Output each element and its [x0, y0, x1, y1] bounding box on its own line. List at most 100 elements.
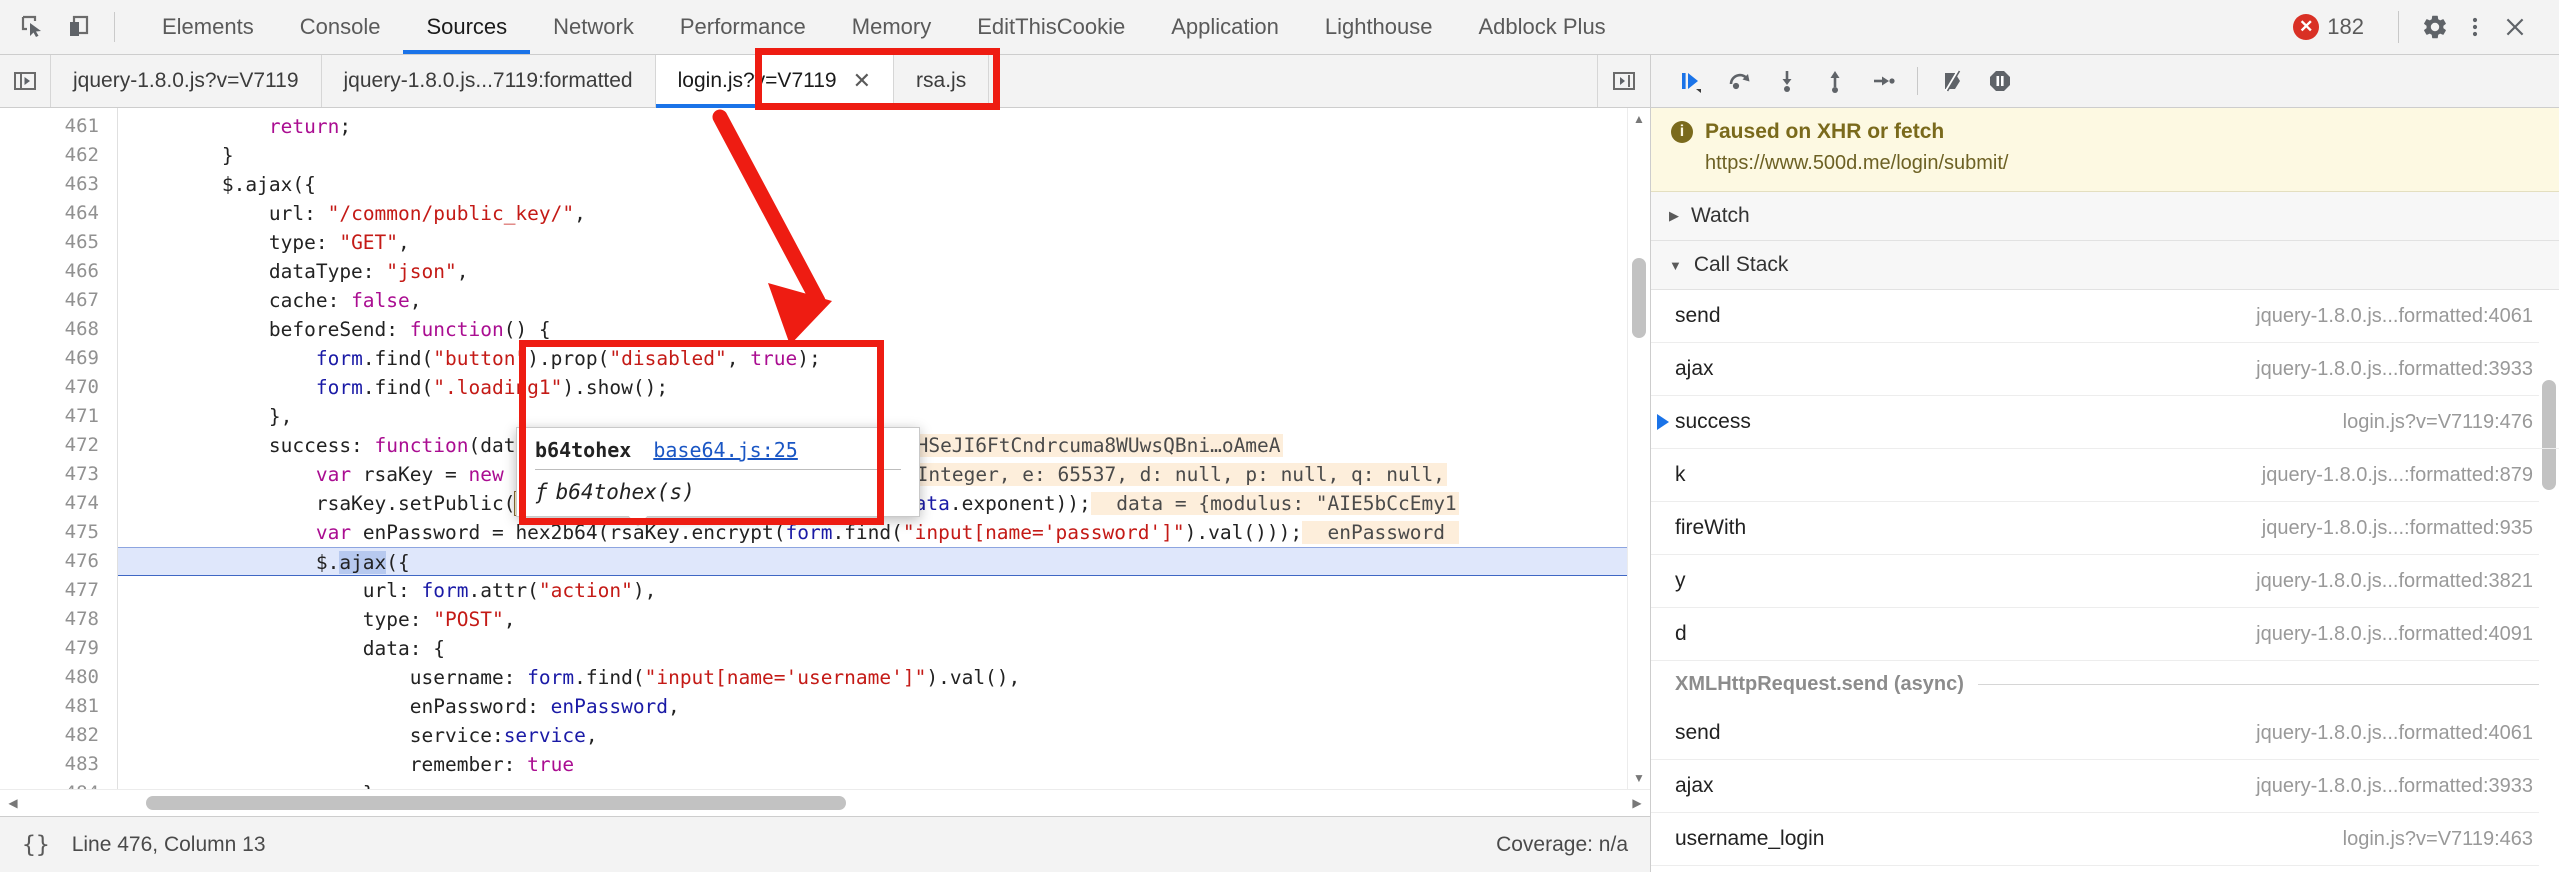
call-stack-source-location[interactable]: jquery-1.8.0.js...formatted:3821	[2256, 570, 2533, 593]
vertical-scroll-thumb[interactable]	[1632, 258, 1646, 338]
code-line[interactable]: $.ajax({	[118, 170, 1627, 199]
file-tab-jquery[interactable]: jquery-1.8.0.js?v=V7119	[51, 55, 322, 107]
gear-icon[interactable]	[2415, 7, 2455, 47]
code-line[interactable]: username: form.find("input[name='usernam…	[118, 663, 1627, 692]
line-number[interactable]: 471	[0, 402, 117, 431]
line-number[interactable]: 474	[0, 489, 117, 518]
line-number[interactable]: 482	[0, 721, 117, 750]
call-stack-row[interactable]: y jquery-1.8.0.js...formatted:3821	[1651, 555, 2559, 608]
call-stack-row[interactable]: send jquery-1.8.0.js...formatted:4061	[1651, 290, 2559, 343]
resume-icon[interactable]	[1667, 59, 1715, 103]
line-number[interactable]: 468	[0, 315, 117, 344]
line-number[interactable]: 484	[0, 779, 117, 789]
close-icon[interactable]	[2495, 7, 2535, 47]
line-number[interactable]: 466	[0, 257, 117, 286]
call-stack-source-location[interactable]: login.js?v=V7119:463	[2343, 828, 2533, 851]
close-icon[interactable]: ✕	[853, 70, 871, 92]
call-stack-list[interactable]: send jquery-1.8.0.js...formatted:4061 ajax…	[1651, 290, 2559, 872]
popover-source-link[interactable]: base64.js:25	[653, 438, 798, 462]
code-line[interactable]: enPassword: enPassword,	[118, 692, 1627, 721]
line-number[interactable]: 483	[0, 750, 117, 779]
code-line[interactable]: cache: false,	[118, 286, 1627, 315]
code-line[interactable]: dataType: "json",	[118, 257, 1627, 286]
tab-network[interactable]: Network	[530, 0, 657, 54]
line-number[interactable]: 470	[0, 373, 117, 402]
code-line[interactable]: return;	[118, 112, 1627, 141]
step-icon[interactable]	[1859, 59, 1907, 103]
call-stack-row-selected[interactable]: success login.js?v=V7119:476	[1651, 396, 2559, 449]
file-tab-login-js[interactable]: login.js?v=V7119 ✕	[655, 55, 895, 108]
line-number[interactable]: 465	[0, 228, 117, 257]
code-line[interactable]: url: "/common/public_key/",	[118, 199, 1627, 228]
line-number[interactable]: 478	[0, 605, 117, 634]
code-line[interactable]: type: "GET",	[118, 228, 1627, 257]
pause-on-exceptions-icon[interactable]	[1976, 59, 2024, 103]
call-stack-source-location[interactable]: login.js?v=V7119:476	[2343, 411, 2533, 434]
call-stack-row[interactable]: (anonymous)login.js?v=V7119:93	[1651, 866, 2559, 872]
call-stack-section-header[interactable]: ▼ Call Stack	[1651, 241, 2559, 290]
tab-editthiscookie[interactable]: EditThisCookie	[954, 0, 1148, 54]
tab-performance[interactable]: Performance	[657, 0, 829, 54]
tab-console[interactable]: Console	[277, 0, 404, 54]
line-number[interactable]: 479	[0, 634, 117, 663]
call-stack-source-location[interactable]: jquery-1.8.0.js...:formatted:879	[2262, 464, 2533, 487]
line-number[interactable]: 469	[0, 344, 117, 373]
line-number[interactable]: 476	[0, 547, 117, 576]
step-into-icon[interactable]	[1763, 59, 1811, 103]
call-stack-row[interactable]: d jquery-1.8.0.js...formatted:4091	[1651, 608, 2559, 661]
call-stack-source-location[interactable]: jquery-1.8.0.js...:formatted:935	[2262, 517, 2533, 540]
code-line[interactable]: },	[118, 779, 1627, 789]
tab-lighthouse[interactable]: Lighthouse	[1302, 0, 1456, 54]
horizontal-scroll-track[interactable]	[26, 790, 1624, 816]
scroll-left-icon[interactable]: ◀	[0, 796, 26, 810]
line-number[interactable]: 464	[0, 199, 117, 228]
line-number[interactable]: 472	[0, 431, 117, 460]
scroll-right-icon[interactable]: ▶	[1624, 796, 1650, 810]
step-out-icon[interactable]	[1811, 59, 1859, 103]
code-line[interactable]: url: form.attr("action"),	[118, 576, 1627, 605]
tab-memory[interactable]: Memory	[829, 0, 954, 54]
code-line-current-execution[interactable]: $.ajax({	[118, 547, 1627, 576]
code-line[interactable]: var enPassword = hex2b64(rsaKey.encrypt(…	[118, 518, 1627, 547]
code-line[interactable]: form.find(".loading1").show();	[118, 373, 1627, 402]
line-number[interactable]: 480	[0, 663, 117, 692]
line-number[interactable]: 463	[0, 170, 117, 199]
code-line[interactable]: service:service,	[118, 721, 1627, 750]
deactivate-breakpoints-icon[interactable]	[1928, 59, 1976, 103]
tab-elements[interactable]: Elements	[139, 0, 277, 54]
line-number[interactable]: 461	[0, 112, 117, 141]
code-line[interactable]: remember: true	[118, 750, 1627, 779]
editor-horizontal-scrollbar[interactable]: ◀ ▶	[0, 789, 1650, 816]
show-navigator-icon[interactable]	[0, 55, 51, 107]
sidebar-vertical-scrollbar[interactable]	[2539, 290, 2559, 872]
call-stack-row[interactable]: username_login login.js?v=V7119:463	[1651, 813, 2559, 866]
file-tab-jquery-formatted[interactable]: jquery-1.8.0.js...7119:formatted	[321, 55, 656, 107]
horizontal-scroll-thumb[interactable]	[146, 796, 846, 810]
line-number[interactable]: 473	[0, 460, 117, 489]
scroll-up-icon[interactable]: ▲	[1628, 108, 1650, 130]
editor-vertical-scrollbar[interactable]: ▲ ▼	[1627, 108, 1650, 789]
pretty-print-icon[interactable]: {}	[22, 832, 50, 858]
step-over-icon[interactable]	[1715, 59, 1763, 103]
line-number[interactable]: 477	[0, 576, 117, 605]
call-stack-row[interactable]: send jquery-1.8.0.js...formatted:4061	[1651, 707, 2559, 760]
call-stack-source-location[interactable]: jquery-1.8.0.js...formatted:3933	[2256, 775, 2533, 798]
file-tab-rsa-js[interactable]: rsa.js	[894, 55, 990, 107]
kebab-menu-icon[interactable]	[2455, 7, 2495, 47]
call-stack-row[interactable]: ajax jquery-1.8.0.js...formatted:3933	[1651, 760, 2559, 813]
error-count-badge[interactable]: ✕ 182	[2293, 14, 2364, 40]
line-number[interactable]: 481	[0, 692, 117, 721]
code-line[interactable]: data: {	[118, 634, 1627, 663]
call-stack-source-location[interactable]: jquery-1.8.0.js...formatted:4061	[2256, 305, 2533, 328]
call-stack-source-location[interactable]: jquery-1.8.0.js...formatted:3933	[2256, 358, 2533, 381]
call-stack-row[interactable]: fireWith jquery-1.8.0.js...:formatted:935	[1651, 502, 2559, 555]
tab-adblock-plus[interactable]: Adblock Plus	[1456, 0, 1629, 54]
tab-sources[interactable]: Sources	[403, 0, 530, 54]
more-tabs-icon[interactable]	[1597, 55, 1650, 107]
scroll-down-icon[interactable]: ▼	[1628, 767, 1650, 789]
call-stack-row[interactable]: k jquery-1.8.0.js...:formatted:879	[1651, 449, 2559, 502]
watch-section-header[interactable]: ▶ Watch	[1651, 192, 2559, 241]
code-line[interactable]: }	[118, 141, 1627, 170]
toggle-device-toolbar-icon[interactable]	[58, 6, 100, 48]
line-number[interactable]: 467	[0, 286, 117, 315]
